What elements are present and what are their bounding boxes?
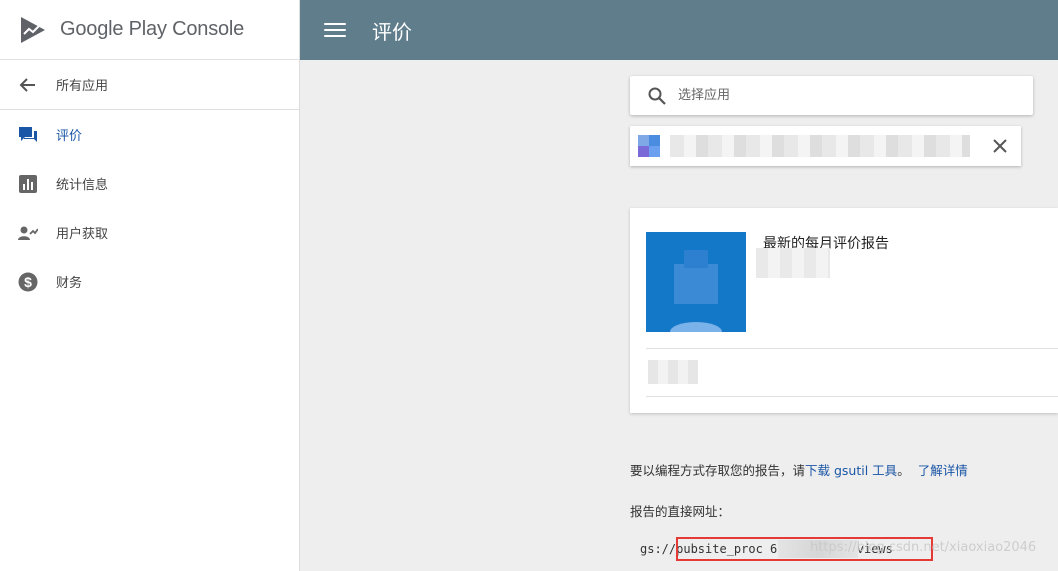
svg-text:$: $ (24, 274, 32, 290)
blurred-text (648, 360, 698, 384)
sidebar: Google Play Console 所有应用 评价 统计信息 用户获取 $ … (0, 0, 300, 571)
sidebar-item-stats[interactable]: 统计信息 (0, 159, 299, 208)
direct-url-label: 报告的直接网址： (630, 504, 731, 519)
learn-more-link[interactable]: 了解详情 (918, 463, 968, 478)
back-to-all-apps[interactable]: 所有应用 (0, 60, 299, 110)
report-thumbnail[interactable] (646, 232, 746, 332)
arrow-back-icon (18, 75, 38, 95)
stats-icon (18, 174, 38, 194)
brand[interactable]: Google Play Console (0, 0, 299, 60)
finance-dollar-icon: $ (18, 272, 38, 292)
sidebar-item-finance[interactable]: $ 财务 (0, 257, 299, 306)
user-acquisition-icon (18, 223, 38, 243)
info-prefix: 要以编程方式存取您的报告，请 (630, 463, 806, 478)
info-suffix: 。 (897, 463, 910, 478)
app-title: Google Play Console (60, 18, 245, 40)
reviews-icon (18, 125, 38, 145)
divider (646, 348, 1058, 349)
sidebar-item-label: 评价 (56, 129, 83, 144)
search-input[interactable] (676, 87, 1000, 104)
divider (646, 396, 1058, 397)
sidebar-item-label: 统计信息 (56, 178, 109, 193)
watermark: https://blog.csdn.net/xiaoxiao2046 (810, 540, 1037, 555)
app-icon (638, 135, 660, 157)
selected-app-chip (630, 126, 1021, 166)
monthly-report-card: 最新的每月评价报告 (630, 208, 1058, 413)
play-console-logo-icon (21, 16, 45, 43)
download-gsutil-link[interactable]: 下载 gsutil 工具 (805, 463, 897, 478)
sidebar-item-reviews[interactable]: 评价 (0, 110, 299, 159)
page-title: 评价 (372, 19, 412, 44)
menu-icon[interactable] (324, 21, 346, 39)
search-icon (648, 87, 666, 105)
back-label: 所有应用 (56, 79, 109, 94)
blurred-text (756, 248, 830, 278)
sidebar-item-user-acquisition[interactable]: 用户获取 (0, 208, 299, 257)
sidebar-item-label: 用户获取 (56, 227, 109, 242)
top-app-bar: 评价 (300, 0, 1058, 60)
blurred-app-name (670, 135, 970, 157)
close-icon[interactable] (989, 135, 1011, 157)
sidebar-item-label: 财务 (56, 276, 83, 291)
app-search (630, 76, 1033, 115)
programmatic-access-info: 要以编程方式存取您的报告，请下载 gsutil 工具。 了解详情 (630, 460, 968, 479)
